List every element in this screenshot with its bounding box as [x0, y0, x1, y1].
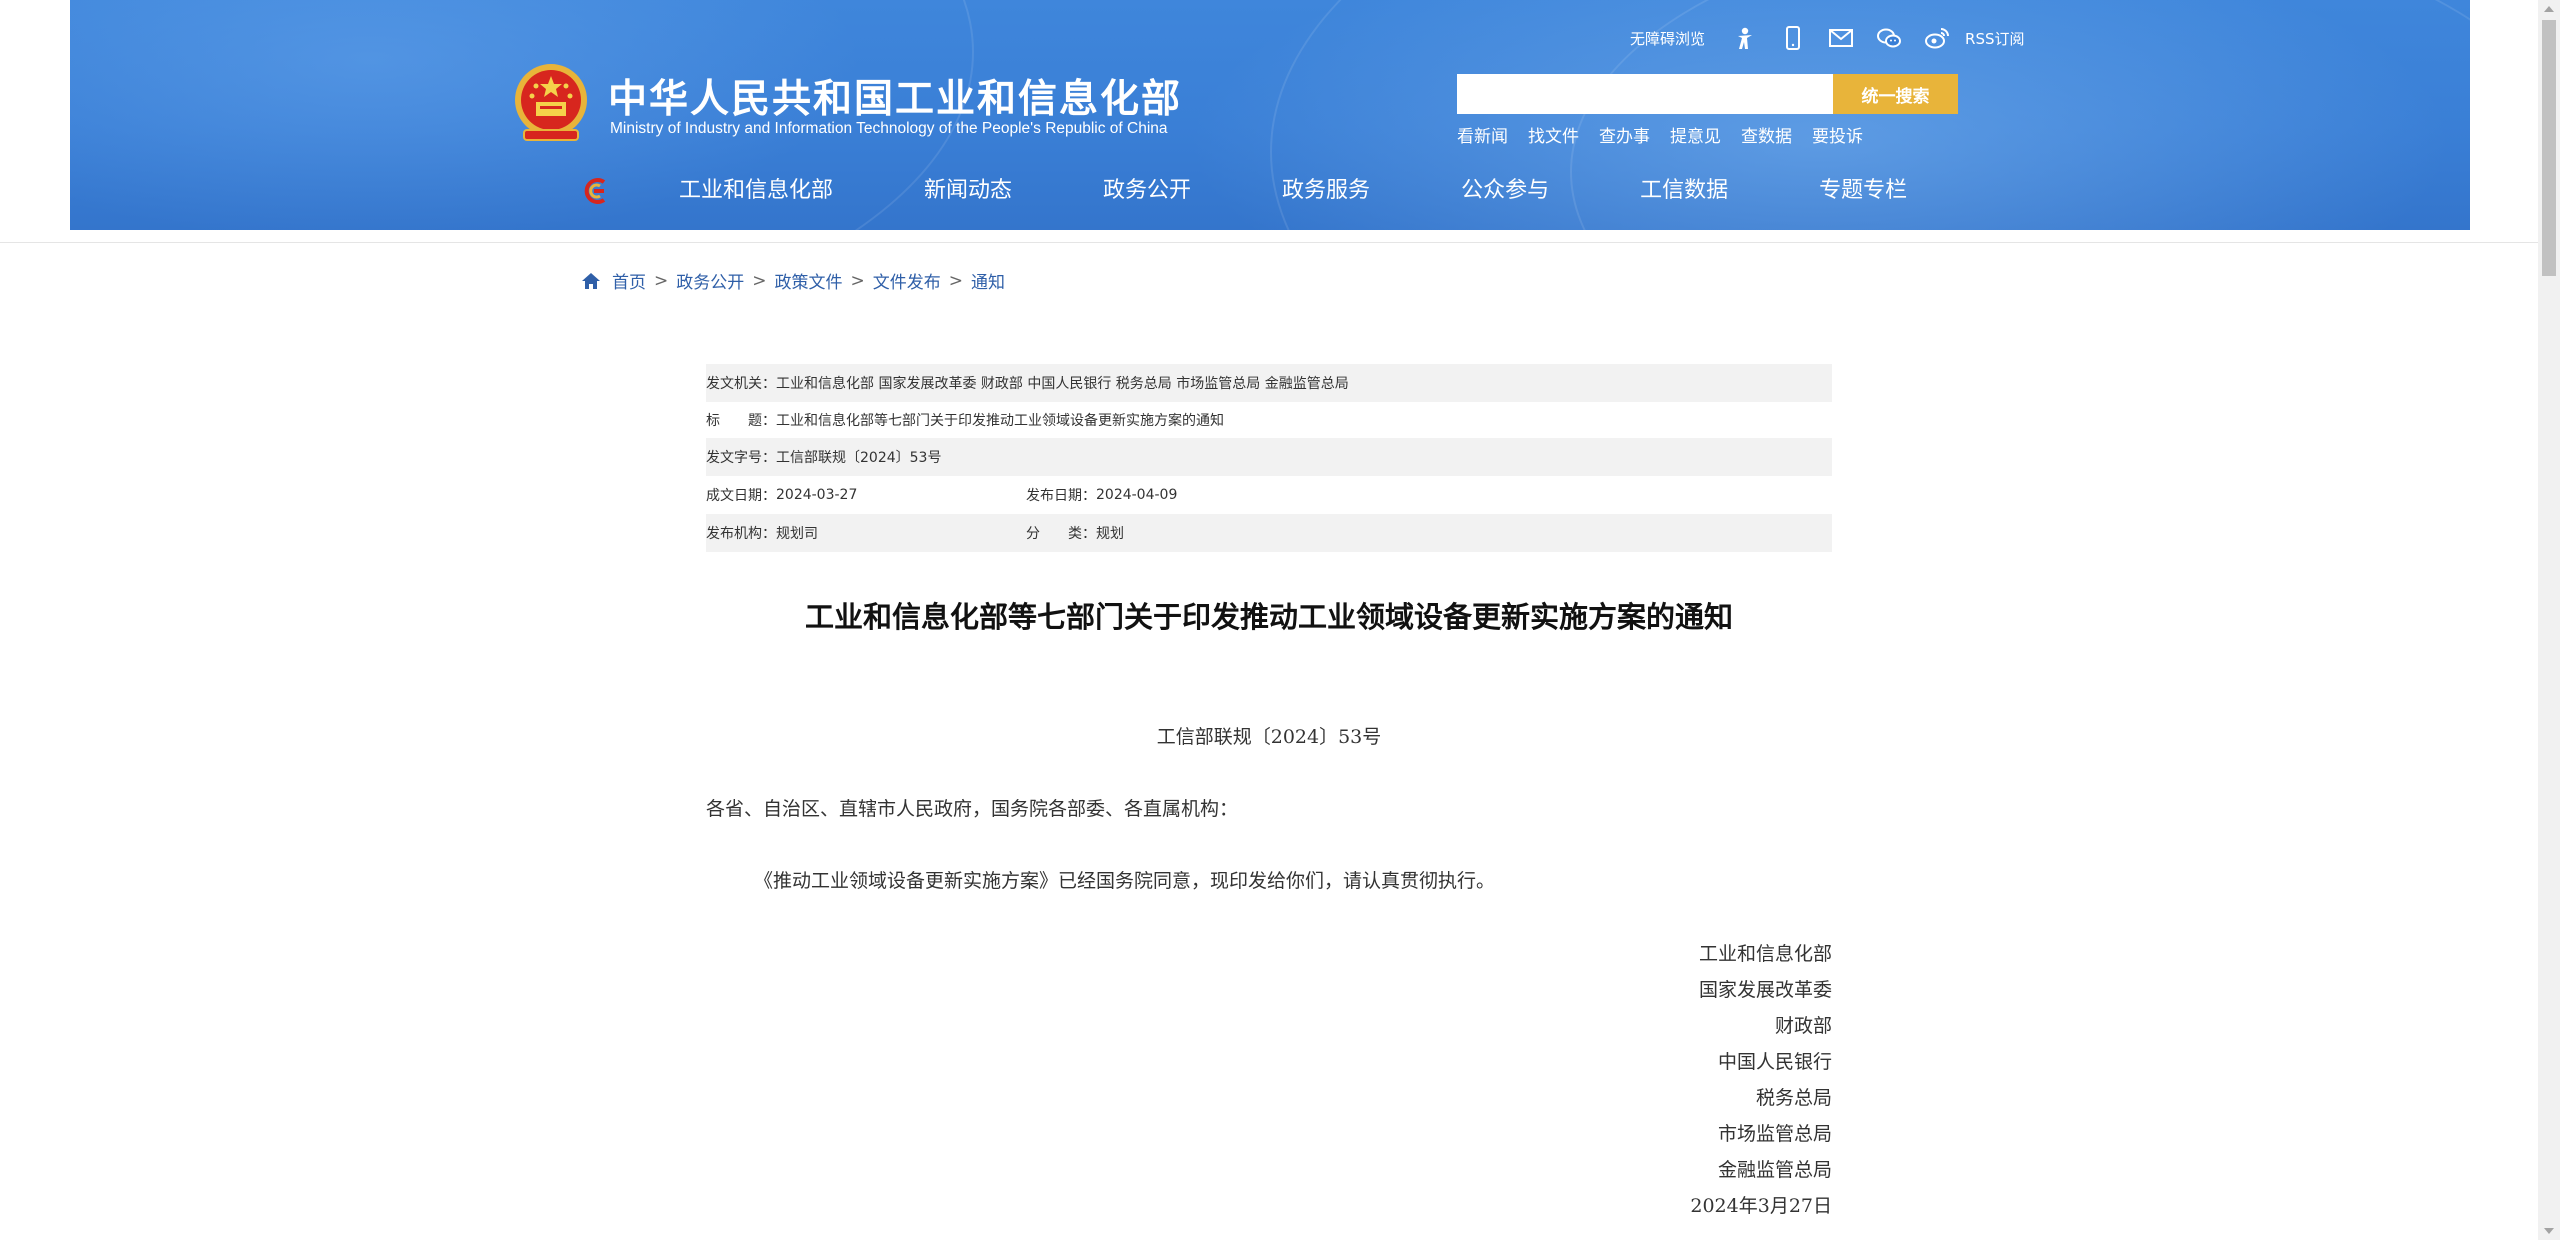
article-title: 工业和信息化部等七部门关于印发推动工业领域设备更新实施方案的通知: [804, 600, 1733, 634]
article-salutation: 各省、自治区、直辖市人民政府，国务院各部委、各直属机构：: [706, 798, 1239, 820]
mobile-icon[interactable]: [1779, 24, 1807, 52]
quick-link-services[interactable]: 查办事: [1599, 122, 1650, 147]
meta-office-value: 规划司: [776, 526, 818, 542]
scroll-up-arrow-icon[interactable]: [2544, 6, 2554, 12]
meta-row-office: 发布机构： 规划司 分 类： 规划: [706, 514, 1832, 552]
search-input[interactable]: [1457, 74, 1833, 114]
nav-item-ministry[interactable]: 工业和信息化部: [679, 172, 833, 210]
signer-nfra: 金融监管总局: [1717, 1159, 1832, 1181]
breadcrumb-government-affairs[interactable]: 政务公开: [676, 268, 744, 293]
breadcrumb-home[interactable]: 首页: [612, 268, 646, 293]
meta-number-label: 发文字号：: [706, 450, 776, 466]
meta-published-value: 2024-04-09: [1096, 487, 1178, 503]
scroll-thumb[interactable]: [2542, 20, 2556, 276]
article-doc-number: 工信部联规〔2024〕53号: [1156, 726, 1382, 748]
meta-created-cell: 成文日期： 2024-03-27: [706, 485, 1026, 505]
quick-links: 看新闻 找文件 查办事 提意见 查数据 要投诉: [1457, 122, 1863, 147]
breadcrumb-file-release[interactable]: 文件发布: [873, 268, 941, 293]
signer-mof: 财政部: [1774, 1015, 1832, 1037]
document-meta-table: 发文机关： 工业和信息化部 国家发展改革委 财政部 中国人民银行 税务总局 市场…: [706, 364, 1832, 552]
nav-item-data[interactable]: 工信数据: [1640, 172, 1728, 210]
signer-sta: 税务总局: [1755, 1087, 1832, 1109]
quick-link-data[interactable]: 查数据: [1741, 122, 1792, 147]
wechat-icon[interactable]: [1875, 24, 1903, 52]
article-body-paragraph: 《推动工业领域设备更新实施方案》已经国务院同意，现印发给你们，请认真贯彻执行。: [754, 870, 1496, 892]
home-icon[interactable]: [580, 270, 602, 292]
breadcrumb-separator: >: [850, 270, 865, 291]
meta-number-value: 工信部联规〔2024〕53号: [776, 450, 942, 466]
quick-link-feedback[interactable]: 提意见: [1670, 122, 1721, 147]
rss-link[interactable]: RSS订阅: [1965, 28, 2024, 49]
accessibility-link[interactable]: 无障碍浏览: [1630, 28, 1705, 49]
meta-row-title: 标 题： 工业和信息化部等七部门关于印发推动工业领域设备更新实施方案的通知: [706, 402, 1832, 438]
meta-office-cell: 发布机构： 规划司: [706, 523, 1026, 543]
national-emblem-icon: [515, 64, 587, 141]
meta-category-cell: 分 类： 规划: [1026, 523, 1124, 543]
meta-published-label: 发布日期：: [1026, 488, 1096, 504]
breadcrumb-policy-files[interactable]: 政策文件: [775, 268, 843, 293]
meta-category-label: 分 类：: [1026, 526, 1096, 542]
site-title: 中华人民共和国工业和信息化部: [608, 77, 1183, 122]
mail-icon[interactable]: [1827, 24, 1855, 52]
nav-item-services[interactable]: 政务服务: [1282, 172, 1370, 210]
nav-item-news[interactable]: 新闻动态: [924, 172, 1012, 210]
meta-title-label: 标 题：: [706, 413, 776, 429]
accessibility-icon[interactable]: [1731, 24, 1759, 52]
miit-logo-icon[interactable]: [580, 176, 610, 206]
signing-date: 2024年3月27日: [1690, 1195, 1832, 1217]
meta-row-number: 发文字号： 工信部联规〔2024〕53号: [706, 438, 1832, 476]
signer-miit: 工业和信息化部: [1698, 943, 1832, 965]
signer-ndrc: 国家发展改革委: [1698, 979, 1832, 1001]
meta-published-cell: 发布日期： 2024-04-09: [1026, 485, 1177, 505]
quick-link-files[interactable]: 找文件: [1528, 122, 1579, 147]
meta-category-value: 规划: [1096, 526, 1124, 542]
quick-link-complaint[interactable]: 要投诉: [1812, 122, 1863, 147]
article-signers: 工业和信息化部 国家发展改革委 财政部 中国人民银行 税务总局 市场监管总局 金…: [1440, 936, 1832, 1224]
meta-created-label: 成文日期：: [706, 488, 776, 504]
scroll-down-arrow-icon[interactable]: [2544, 1228, 2554, 1234]
meta-created-value: 2024-03-27: [776, 487, 858, 503]
top-toolbar: 无障碍浏览 RSS订阅: [1630, 20, 2024, 56]
meta-row-dates: 成文日期： 2024-03-27 发布日期： 2024-04-09: [706, 476, 1832, 514]
meta-office-label: 发布机构：: [706, 526, 776, 542]
nav-item-topics[interactable]: 专题专栏: [1819, 172, 1907, 210]
search-button[interactable]: 统一搜索: [1833, 74, 1958, 114]
breadcrumb-separator: >: [654, 270, 669, 291]
nav-item-government-affairs[interactable]: 政务公开: [1103, 172, 1191, 210]
meta-issuer-label: 发文机关：: [706, 376, 776, 392]
breadcrumb-separator: >: [752, 270, 767, 291]
meta-title-value: 工业和信息化部等七部门关于印发推动工业领域设备更新实施方案的通知: [776, 413, 1224, 429]
site-subtitle: Ministry of Industry and Information Tec…: [610, 120, 1168, 137]
meta-row-issuer: 发文机关： 工业和信息化部 国家发展改革委 财政部 中国人民银行 税务总局 市场…: [706, 364, 1832, 402]
main-nav: 工业和信息化部 新闻动态 政务公开 政务服务 公众参与 工信数据 专题专栏: [679, 172, 1998, 210]
quick-link-news[interactable]: 看新闻: [1457, 122, 1508, 147]
breadcrumb: 首页 > 政务公开 > 政策文件 > 文件发布 > 通知: [580, 268, 1005, 293]
page-scrollbar[interactable]: [2538, 0, 2560, 1240]
signer-pboc: 中国人民银行: [1717, 1051, 1832, 1073]
weibo-icon[interactable]: [1923, 24, 1951, 52]
nav-item-participation[interactable]: 公众参与: [1461, 172, 1549, 210]
breadcrumb-separator: >: [948, 270, 963, 291]
meta-issuer-value: 工业和信息化部 国家发展改革委 财政部 中国人民银行 税务总局 市场监管总局 金…: [776, 376, 1349, 392]
signer-samr: 市场监管总局: [1717, 1123, 1832, 1145]
breadcrumb-notice[interactable]: 通知: [971, 268, 1005, 293]
header-banner: 无障碍浏览 RSS订阅 中华人民共和国工业和信息化部 Ministry of I…: [70, 0, 2470, 230]
header-divider: [0, 242, 2538, 243]
